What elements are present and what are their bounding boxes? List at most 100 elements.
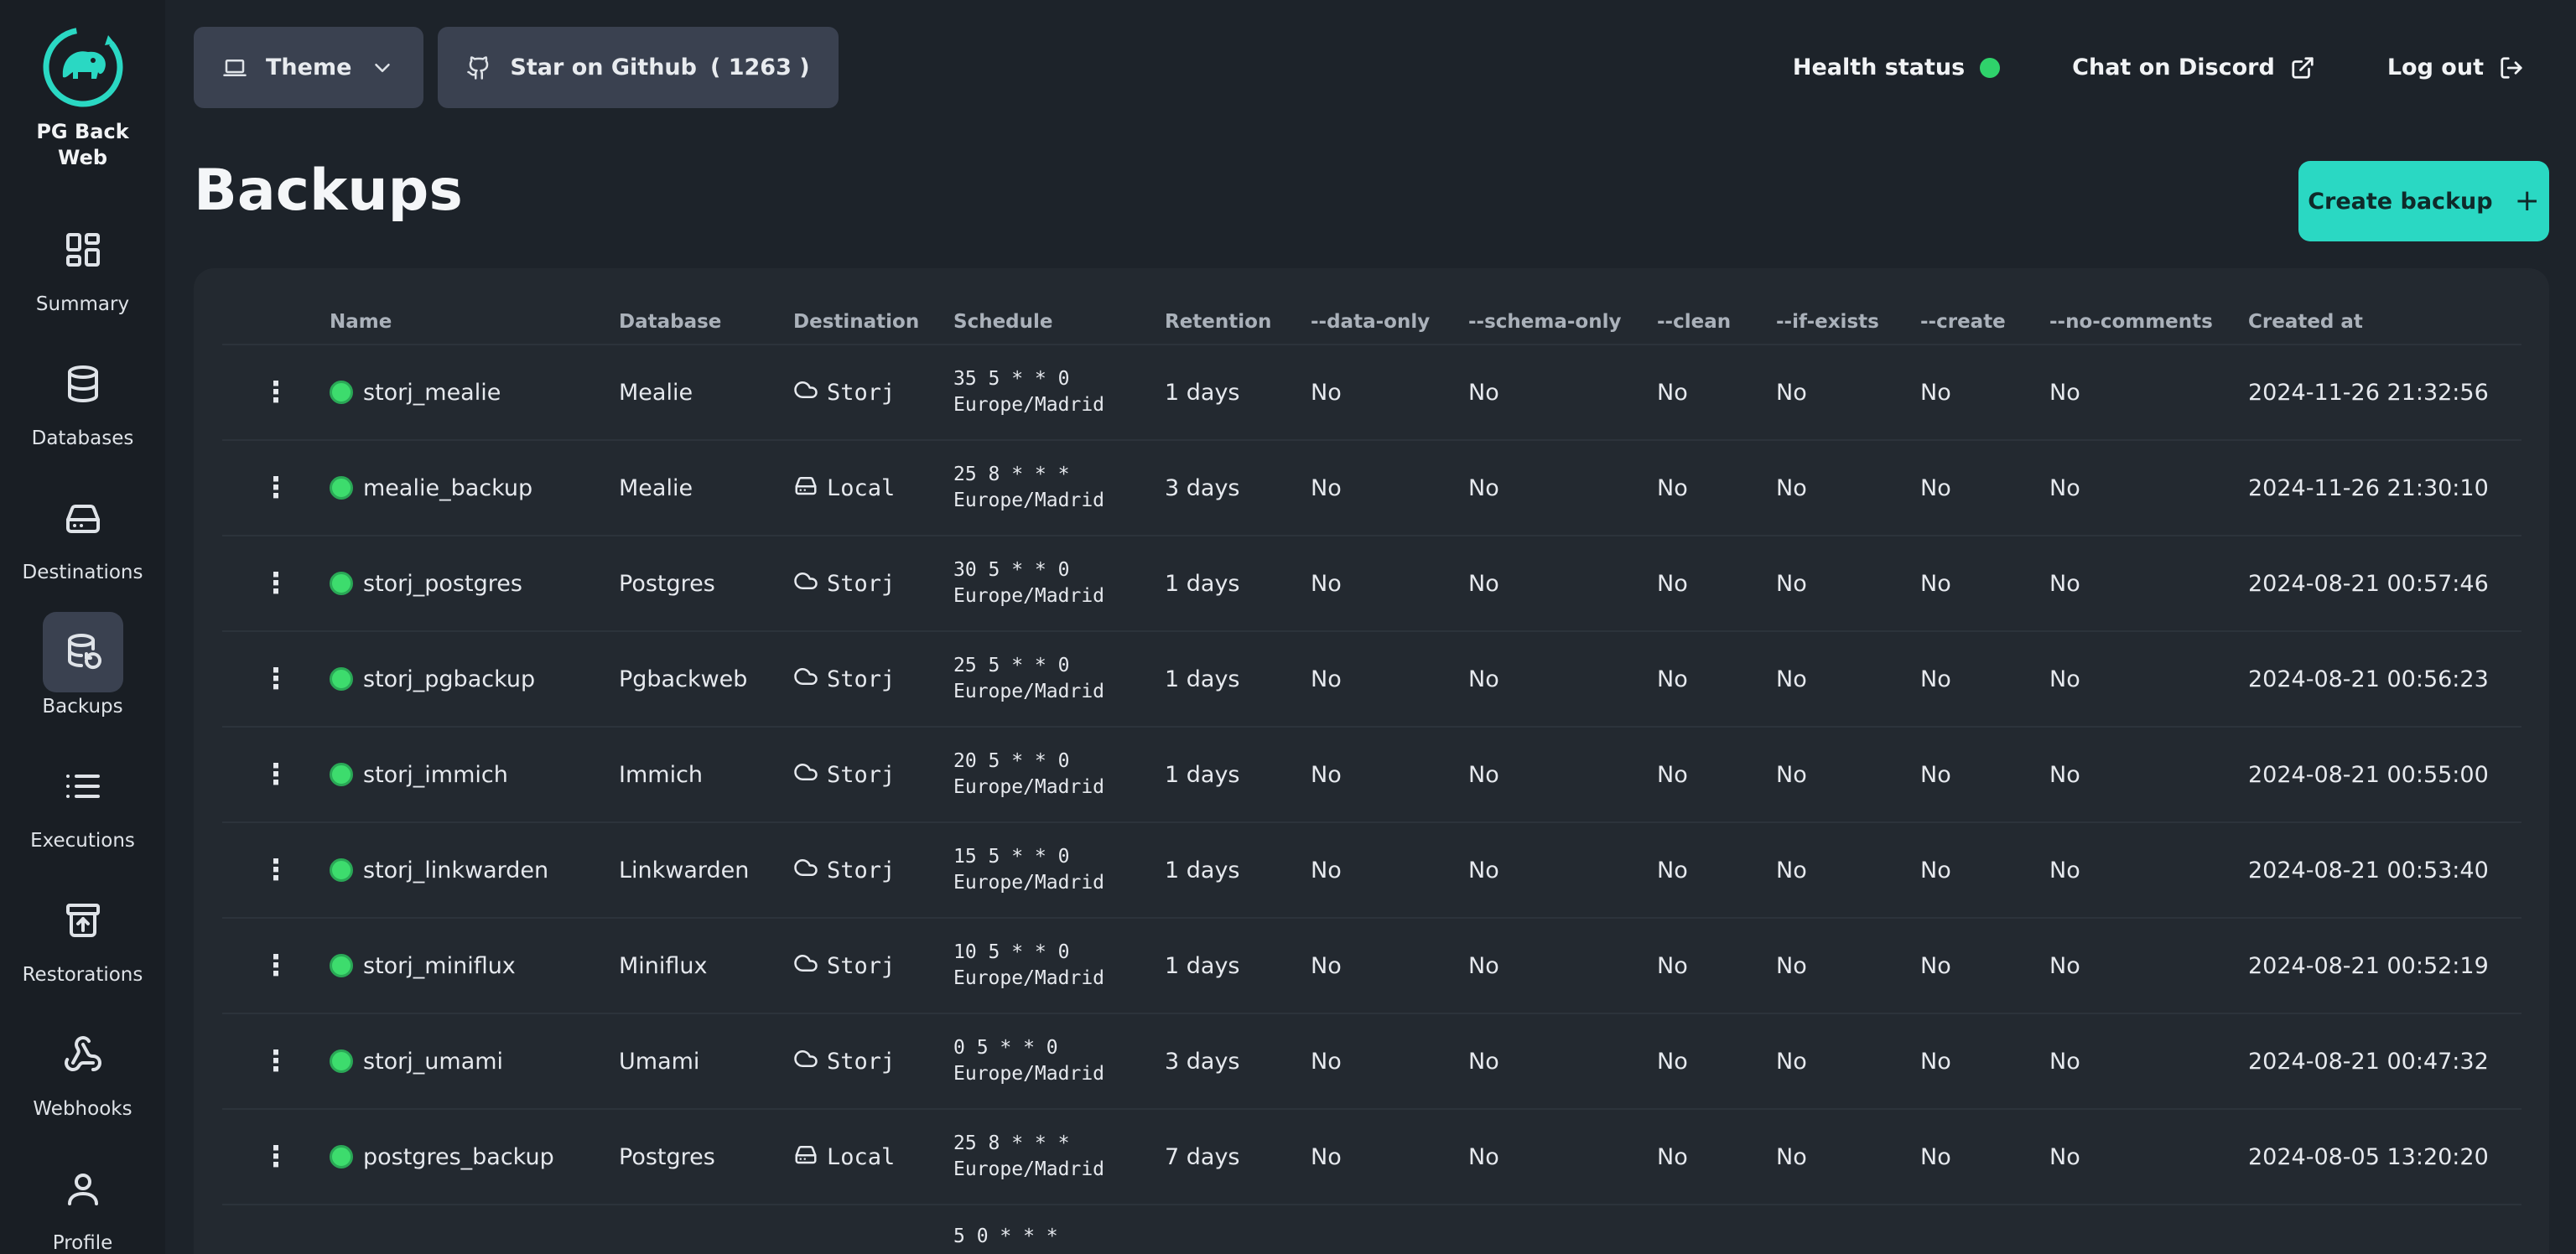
backup-data-only: No (1311, 379, 1342, 406)
app-root: PG Back Web Summary Databases Destinatio… (0, 0, 2576, 1254)
table-row: ⋮ postgres_backup Postgres Local 25 8 * * * E… (222, 1110, 2521, 1205)
row-actions-menu-icon[interactable]: ⋮ (262, 378, 290, 407)
sidebar-item-webhooks[interactable]: Webhooks (3, 1014, 163, 1148)
table-row: ⋮ storj_miniflux Miniflux Storj 10 5 * * 0 Eu… (222, 919, 2521, 1014)
app-name: PG Back Web (36, 120, 129, 169)
topbar-right: Health status Chat on Discord Log out (1793, 27, 2524, 108)
sidebar-item-executions[interactable]: Executions (3, 746, 163, 880)
backup-retention: 1 days (1165, 952, 1240, 979)
logout-button[interactable]: Log out (2387, 54, 2524, 80)
dashboard-icon (43, 210, 123, 290)
table-row: ⋮ storj_postgres Postgres Storj 30 5 * * 0 Eu… (222, 536, 2521, 632)
backup-no-comments: No (2049, 1143, 2080, 1170)
row-actions-menu-icon[interactable]: ⋮ (262, 760, 290, 789)
external-link-icon (2292, 56, 2314, 79)
row-actions-menu-icon[interactable]: ⋮ (262, 1047, 290, 1075)
sidebar: PG Back Web Summary Databases Destinatio… (0, 0, 165, 1254)
sidebar-item-profile[interactable]: Profile (3, 1148, 163, 1254)
row-actions-menu-icon[interactable]: ⋮ (262, 665, 290, 693)
theme-label: Theme (266, 54, 352, 80)
sidebar-item-restorations[interactable]: Restorations (3, 880, 163, 1014)
sidebar-item-label: Databases (31, 428, 134, 449)
schedule-cron: 25 8 * * * (953, 1132, 1070, 1154)
header-create: --create (1920, 311, 2006, 333)
active-status-icon (330, 1049, 353, 1073)
create-backup-button[interactable]: Create backup + (2298, 161, 2549, 241)
backup-clean: No (1657, 952, 1688, 979)
hard-drive-icon (43, 478, 123, 558)
schedule-timezone: Europe/Madrid (953, 776, 1105, 798)
backup-create: No (1920, 761, 1951, 788)
backup-database: Postgres (619, 1143, 715, 1170)
backup-created-at: 2024-08-21 00:47:32 (2248, 1048, 2489, 1075)
row-actions-menu-icon[interactable]: ⋮ (262, 1143, 290, 1171)
backup-if-exists: No (1776, 379, 1807, 406)
sidebar-item-summary[interactable]: Summary (3, 210, 163, 344)
cloud-icon (793, 759, 818, 790)
discord-link[interactable]: Chat on Discord (2072, 54, 2315, 80)
sidebar-item-label: Executions (30, 830, 135, 852)
health-status[interactable]: Health status (1793, 54, 2001, 80)
sidebar-item-databases[interactable]: Databases (3, 344, 163, 478)
backup-destination: Storj (827, 379, 896, 406)
backup-name: storj_mealie (363, 379, 501, 406)
cloud-icon (793, 568, 818, 599)
row-actions-menu-icon[interactable]: ⋮ (262, 951, 290, 980)
table-row: ⋮ storj_immich Immich Storj 20 5 * * 0 Europe… (222, 728, 2521, 823)
backup-clean: No (1657, 474, 1688, 501)
cloud-icon (793, 1046, 818, 1077)
discord-label: Chat on Discord (2072, 54, 2275, 80)
schedule-timezone: Europe/Madrid (953, 872, 1105, 894)
sidebar-item-backups[interactable]: Backups (3, 612, 163, 746)
chevron-down-icon (375, 63, 391, 72)
backup-name: storj_postgres (363, 570, 522, 597)
logo[interactable]: PG Back Web (29, 25, 138, 171)
backup-name: storj_linkwarden (363, 857, 549, 884)
sidebar-item-destinations[interactable]: Destinations (3, 478, 163, 612)
backup-data-only: No (1311, 857, 1342, 884)
backup-schedule: 25 8 * * * Europe/Madrid (953, 462, 1165, 514)
backup-retention: 1 days (1165, 857, 1240, 884)
cloud-icon (793, 664, 818, 695)
header-if-exists: --if-exists (1776, 311, 1879, 333)
backup-database: Mealie (619, 379, 693, 406)
backup-destination: Storj (827, 857, 896, 884)
backup-schedule: 10 5 * * 0 Europe/Madrid (953, 940, 1165, 992)
active-status-icon (330, 763, 353, 786)
logout-icon (2501, 56, 2522, 79)
backup-data-only: No (1311, 1143, 1342, 1170)
backup-create: No (1920, 474, 1951, 501)
backup-if-exists: No (1776, 474, 1807, 501)
backup-created-at: 2024-08-21 00:55:00 (2248, 761, 2489, 788)
topbar-left: Theme Star on Github ( 1263 ) (194, 27, 839, 108)
github-star-count: ( 1263 ) (709, 54, 810, 80)
backup-destination: Local (827, 474, 896, 501)
row-actions-menu-icon[interactable]: ⋮ (262, 474, 290, 502)
backup-clean: No (1657, 666, 1688, 692)
backup-schema-only: No (1468, 379, 1499, 406)
backup-schedule: 35 5 * * 0 Europe/Madrid (953, 366, 1165, 418)
backup-destination: Storj (827, 952, 896, 979)
row-actions-menu-icon[interactable]: ⋮ (262, 569, 290, 598)
backup-create: No (1920, 379, 1951, 406)
backup-if-exists: No (1776, 857, 1807, 884)
backup-destination: Local (827, 1143, 896, 1170)
schedule-cron: 20 5 * * 0 (953, 750, 1070, 772)
row-actions-menu-icon[interactable]: ⋮ (262, 856, 290, 884)
backup-clean: No (1657, 379, 1688, 406)
backup-retention: 1 days (1165, 379, 1240, 406)
backup-created-at: 2024-08-21 00:56:23 (2248, 666, 2489, 692)
github-star-button[interactable]: Star on Github ( 1263 ) (438, 27, 839, 108)
plus-icon: + (2514, 184, 2540, 218)
active-status-icon (330, 381, 353, 404)
theme-dropdown[interactable]: Theme (194, 27, 424, 108)
backup-created-at: 2024-08-05 13:20:20 (2248, 1143, 2489, 1170)
backup-schedule: 30 5 * * 0 Europe/Madrid (953, 557, 1165, 609)
table-row: ⋮ storj_pgbackup Pgbackweb Storj 25 5 * * 0 E… (222, 632, 2521, 728)
backup-no-comments: No (2049, 474, 2080, 501)
active-status-icon (330, 858, 353, 882)
backup-schema-only: No (1468, 761, 1499, 788)
backup-clean: No (1657, 857, 1688, 884)
webhook-icon (43, 1014, 123, 1095)
backups-table: Name Database Destination Schedule Reten… (222, 300, 2521, 1254)
